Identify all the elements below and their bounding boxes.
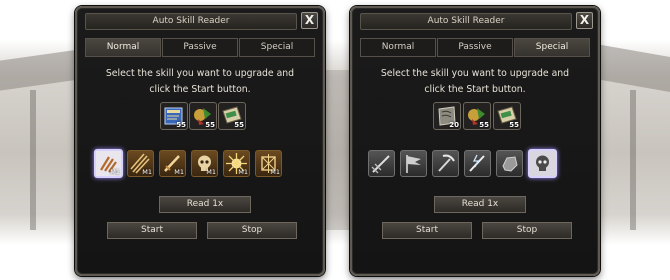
spear-thrust-icon bbox=[371, 155, 390, 174]
stop-button[interactable]: Stop bbox=[207, 222, 297, 239]
skill-level: M1 bbox=[142, 168, 152, 176]
skill-slot-sword[interactable]: M1 bbox=[159, 150, 186, 177]
instruction-line: click the Start button. bbox=[149, 84, 251, 95]
skill-slot-claw-strike[interactable]: M1 bbox=[94, 149, 123, 178]
tab-passive[interactable]: Passive bbox=[162, 38, 238, 57]
pickaxe-icon bbox=[438, 154, 455, 172]
reader-slot-stone-tablet[interactable]: 20 bbox=[433, 102, 461, 130]
tab-special[interactable]: Special bbox=[514, 38, 590, 57]
skill-slot-lightning-sword[interactable] bbox=[464, 150, 491, 177]
reader-slot-herb-bundle[interactable]: 55 bbox=[189, 102, 217, 130]
skill-slot-radiant-burst[interactable]: M1 bbox=[223, 150, 250, 177]
tab-normal[interactable]: Normal bbox=[85, 38, 161, 57]
skull-icon bbox=[530, 151, 555, 176]
skill-slot-triple-blade[interactable]: M1 bbox=[127, 150, 154, 177]
skill-slot-pickaxe[interactable] bbox=[432, 150, 459, 177]
banner-flag-icon bbox=[406, 155, 421, 173]
reader-count: 20 bbox=[449, 121, 459, 129]
read-1x-button[interactable]: Read 1x bbox=[434, 196, 526, 213]
skill-level: M1 bbox=[174, 168, 184, 176]
read-1x-button[interactable]: Read 1x bbox=[159, 196, 251, 213]
close-button[interactable]: X bbox=[301, 12, 318, 29]
close-button[interactable]: X bbox=[576, 12, 593, 29]
background-pillar bbox=[630, 90, 636, 230]
instruction-line: Select the skill you want to upgrade and bbox=[380, 68, 570, 79]
skill-slot-rock-throw[interactable] bbox=[496, 150, 523, 177]
skill-level: M1 bbox=[238, 168, 248, 176]
auto-skill-reader-window-special: Auto Skill Reader X Normal Passive Speci… bbox=[350, 6, 600, 276]
lightning-sword-icon bbox=[469, 154, 485, 172]
reader-slot-herb-bundle[interactable]: 55 bbox=[463, 102, 491, 130]
skill-slot-banner-flag[interactable] bbox=[400, 150, 427, 177]
window-title: Auto Skill Reader bbox=[360, 13, 572, 30]
tab-special[interactable]: Special bbox=[239, 38, 315, 57]
instruction-text: Select the skill you want to upgrade and… bbox=[362, 66, 588, 98]
reader-count: 55 bbox=[509, 121, 519, 129]
auto-skill-reader-window-normal: Auto Skill Reader X Normal Passive Speci… bbox=[75, 6, 325, 276]
reader-slot-blue-book[interactable]: 55 bbox=[160, 102, 188, 130]
window-title: Auto Skill Reader bbox=[85, 13, 297, 30]
reader-slot-green-scroll[interactable]: 55 bbox=[218, 102, 246, 130]
tab-passive[interactable]: Passive bbox=[437, 38, 513, 57]
rock-throw-icon bbox=[502, 156, 518, 172]
tab-normal[interactable]: Normal bbox=[360, 38, 436, 57]
start-button[interactable]: Start bbox=[382, 222, 472, 239]
skill-slot-spear-thrust[interactable] bbox=[368, 150, 395, 177]
skill-slot-rune-sigil[interactable]: M1 bbox=[255, 150, 282, 177]
tab-bar: Normal Passive Special bbox=[85, 38, 315, 57]
instruction-line: Select the skill you want to upgrade and bbox=[105, 68, 295, 79]
skill-level: M1 bbox=[206, 168, 216, 176]
background-pillar bbox=[30, 90, 36, 230]
reader-count: 55 bbox=[479, 121, 489, 129]
skill-level: M1 bbox=[110, 168, 120, 176]
skill-level: M1 bbox=[270, 168, 280, 176]
reader-count: 55 bbox=[176, 121, 186, 129]
tab-bar: Normal Passive Special bbox=[360, 38, 590, 57]
reader-count: 55 bbox=[234, 121, 244, 129]
reader-count: 55 bbox=[205, 121, 215, 129]
start-button[interactable]: Start bbox=[107, 222, 197, 239]
instruction-line: click the Start button. bbox=[424, 84, 526, 95]
skill-slot-skull[interactable] bbox=[528, 149, 557, 178]
skill-slot-skull[interactable]: M1 bbox=[191, 150, 218, 177]
stop-button[interactable]: Stop bbox=[482, 222, 572, 239]
reader-slot-green-scroll[interactable]: 55 bbox=[493, 102, 521, 130]
instruction-text: Select the skill you want to upgrade and… bbox=[87, 66, 313, 98]
